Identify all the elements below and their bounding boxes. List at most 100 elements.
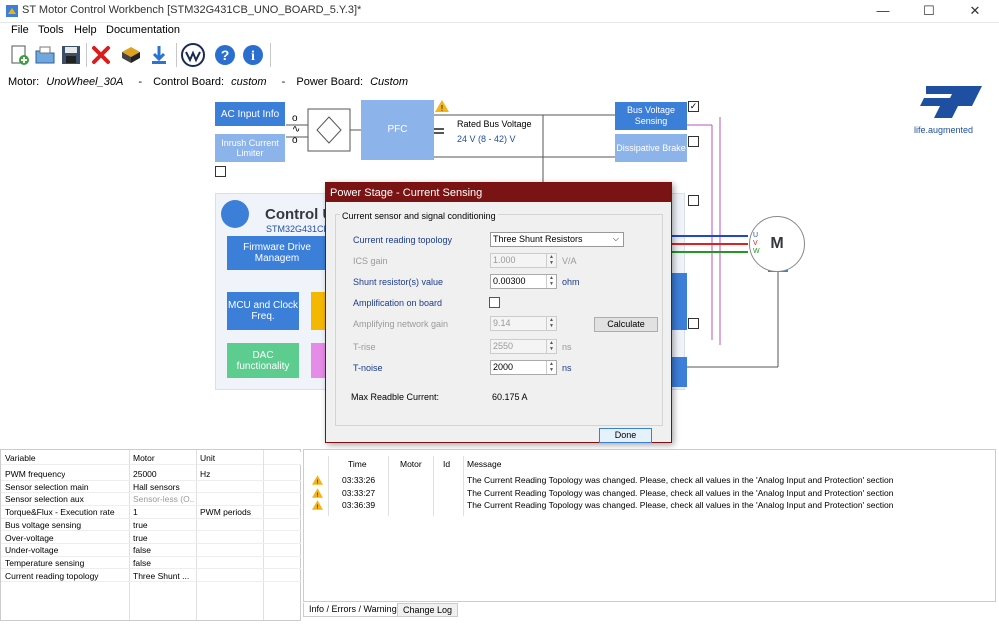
board-manager-button[interactable] [118, 42, 144, 68]
power-board-label: Power Board: [296, 76, 364, 88]
ics-gain-input[interactable]: 1.000 ▲ ▼ [490, 253, 557, 268]
table-row[interactable]: Sensor selection main Hall sensors [1, 481, 301, 494]
spin-arrows-icon[interactable]: ▲ ▼ [546, 361, 556, 374]
spin-arrows-icon[interactable]: ▲ ▼ [546, 340, 556, 353]
menu-file[interactable]: File [11, 24, 29, 36]
table-row[interactable]: Torque&Flux - Execution rate 1 PWM periods [1, 506, 301, 519]
message-text: The Current Reading Topology was changed… [467, 500, 894, 511]
mcu-name: STM32G431CB [266, 224, 330, 234]
trise-input[interactable]: 2550 ▲ ▼ [490, 339, 557, 354]
download-button[interactable] [146, 42, 172, 68]
col-message: Message [467, 459, 502, 469]
table-row[interactable]: Temperature sensing false [1, 557, 301, 570]
table-row[interactable]: Current reading topology Three Shunt ... [1, 570, 301, 583]
help-button[interactable]: ? [212, 42, 238, 68]
menu-documentation[interactable]: Documentation [106, 24, 180, 36]
var-unit: Hz [200, 469, 211, 479]
var-name: PWM frequency [5, 469, 66, 479]
inrush-limiter-checkbox[interactable] [215, 166, 226, 177]
workbench-button[interactable] [180, 42, 206, 68]
message-time: 03:33:27 [342, 487, 376, 498]
table-row[interactable]: Bus voltage sensing true [1, 519, 301, 532]
table-row[interactable]: PWM frequency 25000 Hz [1, 468, 301, 481]
firmware-drive-block[interactable]: Firmware Drive Managem [227, 236, 327, 270]
shunt-label: Shunt resistor(s) value [353, 277, 444, 287]
var-name: Temperature sensing [5, 557, 85, 568]
close-button[interactable]: ✕ [952, 0, 998, 23]
message-row[interactable]: ! 03:33:26 The Current Reading Topology … [304, 474, 996, 487]
tab-change-log[interactable]: Change Log [397, 603, 459, 617]
svg-text:!: ! [441, 104, 443, 112]
open-project-button[interactable] [32, 42, 58, 68]
spin-arrows-icon[interactable]: ▲ ▼ [546, 317, 556, 330]
separator: - [281, 76, 286, 88]
extra-block[interactable] [311, 343, 325, 378]
topology-select[interactable]: Three Shunt Resistors ⌵ [490, 232, 624, 247]
message-row[interactable]: ! 03:33:27 The Current Reading Topology … [304, 487, 996, 500]
table-row[interactable]: Under-voltage false [1, 544, 301, 557]
var-value: true [133, 519, 148, 530]
st-logo: life.augmented [914, 84, 984, 135]
control-unit-title: Control U [265, 206, 334, 223]
table-row[interactable]: Over-voltage true [1, 532, 301, 545]
topology-value: Three Shunt Resistors [493, 234, 583, 244]
menu-help[interactable]: Help [74, 24, 97, 36]
shunt-unit: ohm [562, 277, 580, 287]
protection-checkbox[interactable] [688, 318, 699, 329]
save-icon [62, 46, 80, 64]
warning-icon: ! [312, 500, 323, 510]
control-board-label: Control Board: [153, 76, 225, 88]
mcu-clock-block[interactable]: MCU and Clock Freq. [227, 292, 299, 330]
question-icon: ? [215, 45, 235, 65]
new-document-icon [11, 45, 29, 65]
about-button[interactable]: i [240, 42, 266, 68]
col-id: Id [443, 459, 451, 469]
var-name: Under-voltage [5, 545, 59, 556]
delete-button[interactable] [88, 42, 114, 68]
menu-tools[interactable]: Tools [38, 24, 64, 36]
pfc-block[interactable]: PFC [361, 100, 434, 160]
warning-icon: ! [435, 100, 449, 112]
message-row[interactable]: ! 03:36:39 The Current Reading Topology … [304, 499, 996, 512]
minimize-button[interactable]: — [860, 0, 906, 23]
current-sensing-checkbox[interactable] [688, 195, 699, 206]
new-project-button[interactable] [6, 42, 32, 68]
shunt-value: 0.00300 [493, 276, 526, 286]
messages-panel: Time Motor Id Message ! 03:33:26 The Cur… [303, 449, 996, 602]
dialog-title: Power Stage - Current Sensing [326, 183, 671, 202]
dac-block[interactable]: DAC functionality [227, 343, 299, 378]
table-row[interactable]: Sensor selection aux Sensor-less (O... [1, 493, 301, 506]
var-name: Torque&Flux - Execution rate [5, 507, 115, 518]
col-unit: Unit [200, 453, 216, 463]
var-name: Current reading topology [5, 570, 99, 581]
amplification-checkbox[interactable] [489, 297, 500, 308]
bus-voltage-sensing-checkbox[interactable]: ✓ [688, 101, 699, 112]
dissipative-brake-checkbox[interactable] [688, 136, 699, 147]
peripheral-block[interactable] [311, 292, 325, 330]
inrush-limiter-block[interactable]: Inrush Current Limiter [215, 134, 285, 162]
motor-value: UnoWheel_30A [46, 76, 124, 88]
bus-voltage-sensing-block[interactable]: Bus Voltage Sensing [615, 102, 687, 130]
done-button[interactable]: Done [599, 428, 652, 443]
var-name: Sensor selection aux [5, 494, 84, 505]
save-button[interactable] [58, 42, 84, 68]
tab-info-errors[interactable]: Info / Errors / Warnings [303, 603, 408, 617]
ac-wave-icon: o ∿ o [292, 113, 301, 146]
messages-header: Time Motor Id Message [304, 458, 996, 471]
toolbar-separator [176, 43, 177, 67]
warning-icon: ! [312, 487, 323, 498]
ac-input-info-block[interactable]: AC Input Info [215, 102, 285, 126]
tnoise-label: T-noise [353, 363, 383, 373]
dissipative-brake-block[interactable]: Dissipative Brake [615, 134, 687, 162]
tnoise-input[interactable]: 2000 ▲ ▼ [490, 360, 557, 375]
var-value: Sensor-less (O... [133, 494, 195, 505]
maximize-button[interactable]: ☐ [906, 0, 952, 23]
shunt-input[interactable]: 0.00300 ▲ ▼ [490, 274, 557, 289]
spin-arrows-icon[interactable]: ▲ ▼ [546, 275, 556, 288]
spin-arrows-icon[interactable]: ▲ ▼ [546, 254, 556, 267]
calculate-button[interactable]: Calculate [594, 317, 658, 332]
group-label: Current sensor and signal conditioning [340, 211, 498, 221]
svg-text:!: ! [317, 479, 319, 485]
var-value: false [133, 557, 151, 568]
amp-gain-input[interactable]: 9.14 ▲ ▼ [490, 316, 557, 331]
